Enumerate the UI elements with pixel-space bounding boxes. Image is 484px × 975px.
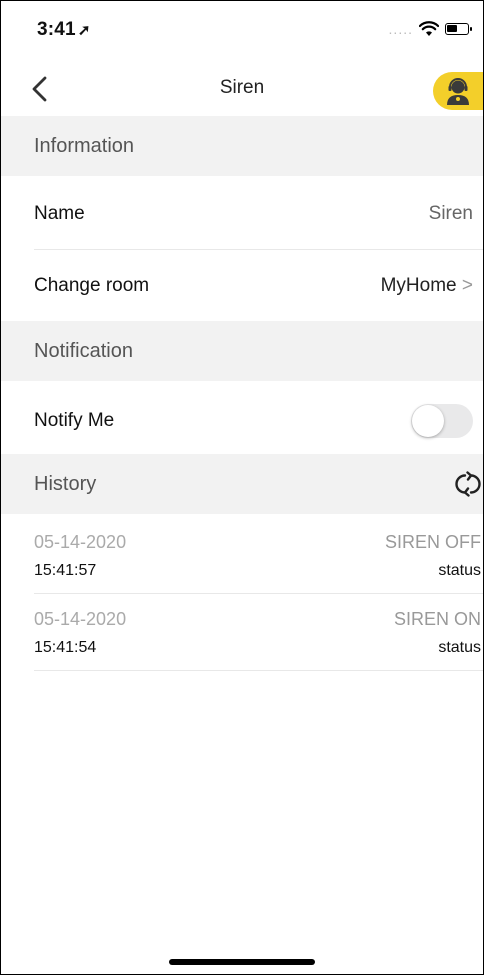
system-icons: ..... [388,21,472,37]
name-row[interactable]: Name Siren [1,179,483,249]
section-header-information: Information [1,116,483,176]
support-agent-button[interactable] [433,72,483,110]
change-room-label: Change room [34,275,150,296]
support-agent-icon [447,78,469,105]
history-time: 15:41:54 [34,639,97,656]
wifi-icon [419,21,439,36]
name-value: Siren [428,203,473,224]
room-value-text: MyHome [380,275,457,296]
notify-me-row: Notify Me [1,386,483,456]
app-screen: 3:41 ➚ ..... Siren Information Name Sire… [0,0,484,975]
divider [34,249,483,250]
change-room-row[interactable]: Change room MyHome > [1,251,483,321]
history-status: status [438,562,481,579]
divider [34,670,483,671]
toggle-knob [412,405,444,437]
history-event: SIREN OFF [384,532,481,552]
chevron-right-icon: > [461,275,473,296]
history-time: 15:41:57 [34,562,97,579]
history-status: status [438,639,481,656]
refresh-icon[interactable] [455,471,481,497]
history-item: 05-14-2020 15:41:57 SIREN OFF status [1,516,483,593]
section-header-history: History [1,454,483,514]
status-time-text: 3:41 [37,19,76,40]
section-header-notification: Notification [1,321,483,381]
battery-icon [445,23,472,35]
nav-bar: Siren [1,61,483,119]
history-date: 05-14-2020 [34,532,127,552]
signal-dots-icon: ..... [388,21,413,37]
name-label: Name [34,203,85,224]
page-title: Siren [219,77,265,98]
history-title: History [34,473,97,495]
location-arrow-icon: ➚ [77,22,91,39]
room-value: MyHome > [381,251,473,321]
history-date: 05-14-2020 [34,609,127,629]
home-indicator[interactable] [169,959,315,965]
status-time: 3:41 ➚ [37,19,91,41]
notify-me-label: Notify Me [34,410,115,431]
history-event: SIREN ON [393,609,481,629]
notify-me-toggle[interactable] [411,404,473,438]
history-item: 05-14-2020 15:41:54 SIREN ON status [1,593,483,670]
